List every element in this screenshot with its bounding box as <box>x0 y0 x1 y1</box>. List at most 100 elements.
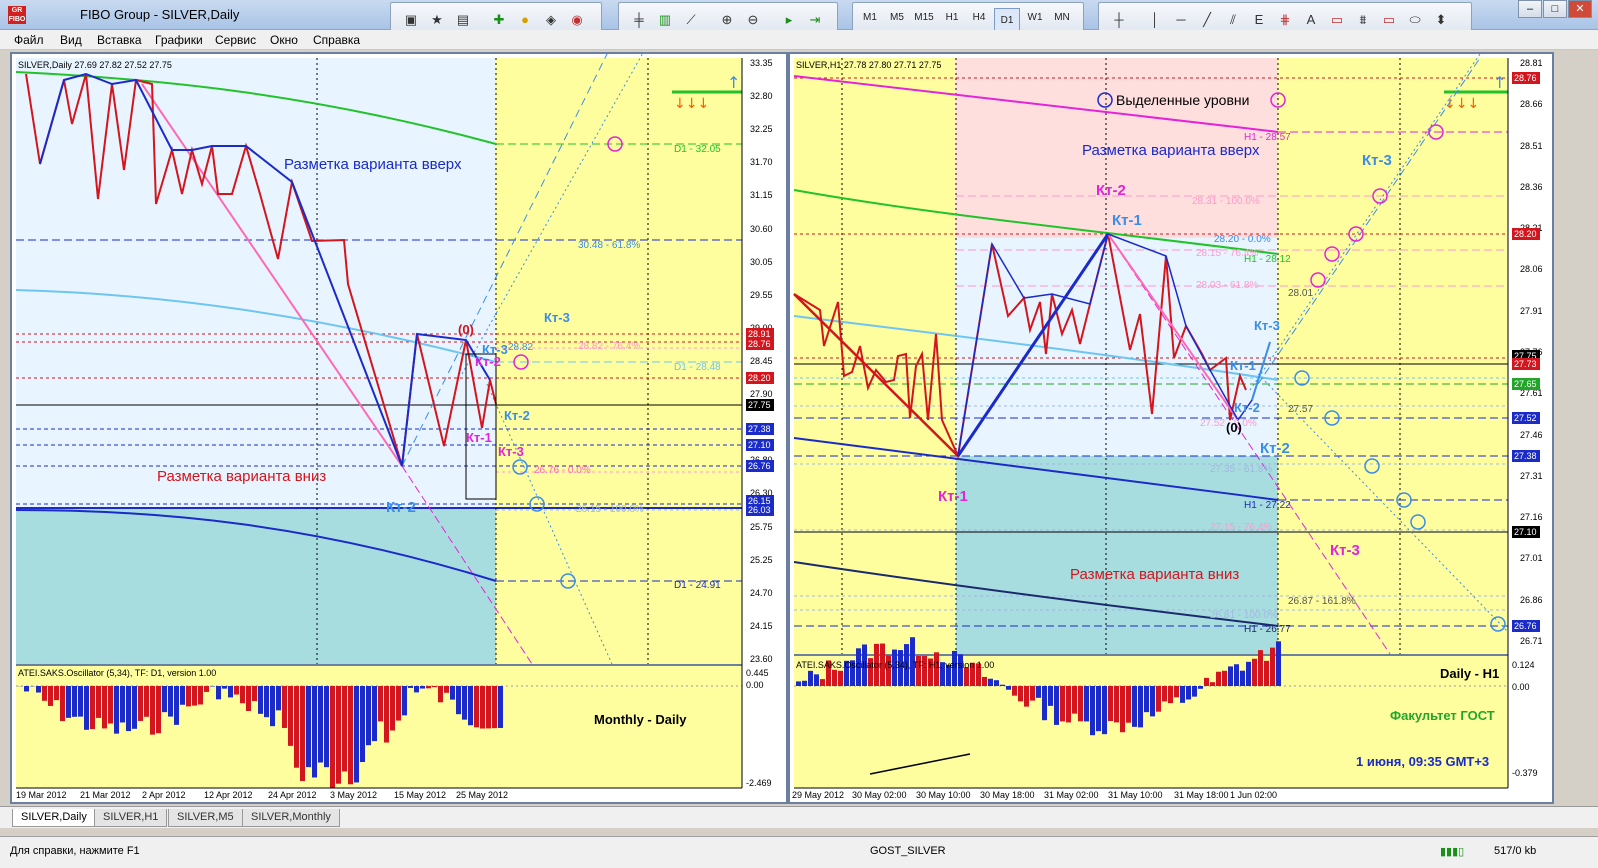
menu-charts[interactable]: Графики <box>155 33 203 47</box>
osc-bar <box>1240 670 1245 686</box>
profiles-icon[interactable]: ★ <box>427 10 447 30</box>
osc-bar <box>312 686 317 778</box>
osc-bar <box>336 686 341 784</box>
menu-tools[interactable]: Сервис <box>215 33 256 47</box>
osc-bar <box>66 686 71 718</box>
tf-w1[interactable]: W1 <box>1022 12 1048 23</box>
osc-bar <box>474 686 479 728</box>
menu-file[interactable]: Файл <box>14 33 44 47</box>
price-tick: 26.86 <box>1520 594 1543 605</box>
osc-bar <box>426 686 431 689</box>
label-kt1-magenta: Кт-1 <box>938 488 968 505</box>
new-order-icon[interactable]: ✚ <box>489 10 509 30</box>
fibo-100-up: 28.31 - 100.0% <box>1192 196 1260 207</box>
autoscroll-icon[interactable]: ▸ <box>779 10 799 30</box>
menu-insert[interactable]: Вставка <box>97 33 142 47</box>
price-badge: 28.20 <box>1512 228 1540 240</box>
trendline-icon[interactable]: ╱ <box>1197 10 1217 30</box>
chart-pane-daily[interactable]: ↑ ↓↓↓ SILVER,Daily 27.69 27.82 27.52 27.… <box>10 52 788 804</box>
label-variant-up: Разметка варианта вверх <box>284 156 462 173</box>
osc-date: 1 июня, 09:35 GMT+3 <box>1356 754 1490 769</box>
tab-silver-m5[interactable]: SILVER,M5 <box>168 809 243 827</box>
osc-bar <box>192 686 197 706</box>
zoom-out-icon[interactable]: ⊖ <box>743 10 763 30</box>
channel-icon[interactable]: ⫽ <box>1223 10 1243 30</box>
candles-icon[interactable]: ▥ <box>655 10 675 30</box>
tab-silver-monthly[interactable]: SILVER,Monthly <box>242 809 340 827</box>
fibo-icon[interactable]: Ε <box>1249 10 1269 30</box>
label-kt1-small: Кт-1 <box>1230 358 1256 373</box>
osc-bar <box>408 686 413 688</box>
text-icon[interactable]: A <box>1301 10 1321 30</box>
market-watch-icon[interactable]: ▤ <box>453 10 473 30</box>
zoom-in-icon[interactable]: ⊕ <box>717 10 737 30</box>
tab-silver-daily[interactable]: SILVER,Daily <box>12 809 96 827</box>
chart-shift-icon[interactable]: ⇥ <box>805 10 825 30</box>
osc-label: Daily - H1 <box>1440 666 1500 681</box>
level-h1-2722: H1 - 27.22 <box>1244 500 1291 511</box>
fibo-time-icon[interactable]: ⩩ <box>1353 10 1373 30</box>
price-tick: 27.91 <box>1520 305 1543 316</box>
menu-help[interactable]: Справка <box>313 33 360 47</box>
tf-h4[interactable]: H4 <box>966 12 992 23</box>
menu-window[interactable]: Окно <box>270 33 298 47</box>
line-chart-icon[interactable]: ⟋ <box>681 10 701 30</box>
h1-chart-svg[interactable]: ↑ ↓↓↓ <box>790 54 1552 802</box>
history-icon[interactable]: ◈ <box>541 10 561 30</box>
price-tick: 27.16 <box>1520 512 1543 523</box>
tf-m15[interactable]: M15 <box>911 12 937 23</box>
tab-silver-h1[interactable]: SILVER,H1 <box>94 809 168 827</box>
price-tick: 27.01 <box>1520 553 1543 564</box>
price-tick: 32.80 <box>750 91 773 102</box>
osc-bar <box>1222 670 1227 686</box>
osc-bar <box>1150 686 1155 717</box>
label-kt3-magenta: Кт-3 <box>498 444 524 459</box>
osc-bar <box>468 686 473 726</box>
date-tick: 30 May 10:00 <box>916 790 971 800</box>
tf-m1[interactable]: M1 <box>857 12 883 23</box>
label-kt2-bottom: Кт-2 <box>386 499 416 516</box>
osc-bar <box>1120 686 1125 733</box>
chart-pane-h1[interactable]: ↑ ↓↓↓ SILVER,H1 27.78 27.80 27.71 27.75 … <box>788 52 1554 804</box>
rectangle-icon[interactable]: ▭ <box>1379 10 1399 30</box>
fibo-2735: 27.35 - 61.8% <box>1210 464 1273 475</box>
close-button[interactable]: ✕ <box>1568 0 1592 18</box>
minimize-button[interactable]: – <box>1518 0 1542 18</box>
alert-icon[interactable]: ● <box>515 10 535 30</box>
bar-chart-icon[interactable]: ╪ <box>629 10 649 30</box>
osc-bar <box>258 686 263 714</box>
maximize-button[interactable]: □ <box>1543 0 1567 18</box>
label-kt3-small: Кт-3 <box>1254 318 1280 333</box>
tf-mn[interactable]: MN <box>1049 12 1075 23</box>
fibo-2681: 26.81 - 100.0% <box>1210 610 1278 621</box>
osc-bar <box>240 686 245 704</box>
tf-h1[interactable]: H1 <box>939 12 965 23</box>
osc-bar <box>252 686 257 702</box>
osc-bar <box>1006 686 1011 690</box>
ellipse-icon[interactable]: ⬭ <box>1405 10 1425 30</box>
arrows-icon[interactable]: ⬍ <box>1431 10 1451 30</box>
tf-d1[interactable]: D1 <box>994 8 1020 32</box>
crosshair-icon[interactable]: ┼ <box>1109 10 1129 30</box>
fibo-00-up: 28.20 - 0.0% <box>1214 234 1271 245</box>
vertical-line-icon[interactable]: │ <box>1145 10 1165 30</box>
osc-bar <box>414 686 419 693</box>
label-icon[interactable]: ▭ <box>1327 10 1347 30</box>
experts-icon[interactable]: ◉ <box>567 10 587 30</box>
connection-icon: ▮▮▮▯ <box>1440 846 1465 858</box>
osc-scale-top: 0.124 <box>1512 660 1535 670</box>
menu-view[interactable]: Вид <box>60 33 82 47</box>
tf-m5[interactable]: M5 <box>884 12 910 23</box>
horizontal-line-icon[interactable]: ─ <box>1171 10 1191 30</box>
status-help: Для справки, нажмите F1 <box>10 845 140 857</box>
fibo-fan-icon[interactable]: ⋕ <box>1275 10 1295 30</box>
osc-bar <box>1012 686 1017 696</box>
osc-bar <box>390 686 395 731</box>
osc-bar <box>1024 686 1029 707</box>
chart-header: SILVER,Daily 27.69 27.82 27.52 27.75 <box>18 60 172 70</box>
price-tick: 27.46 <box>1520 429 1543 440</box>
new-chart-icon[interactable]: ▣ <box>401 10 421 30</box>
osc-scale-bottom: -0.379 <box>1512 768 1538 778</box>
app-window: GR FIBO FIBO Group - SILVER,Daily ▣ ★ ▤ ✚… <box>0 0 1598 868</box>
price-badge: 26.76 <box>1512 620 1540 632</box>
